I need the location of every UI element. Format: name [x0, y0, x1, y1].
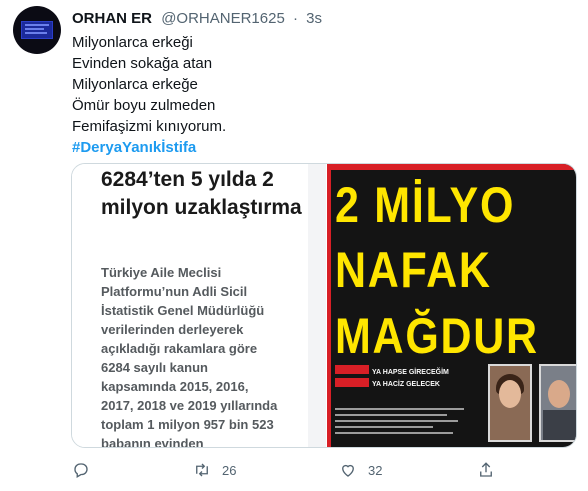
small-print [335, 408, 475, 438]
red-edge [327, 170, 331, 447]
red-tag [335, 378, 369, 387]
article-line: Platformu’nun Adli Sicil [101, 284, 248, 299]
article-image[interactable]: 6284’ten 5 yılda 2 milyon uzaklaştırma T… [72, 164, 323, 448]
newspaper-image[interactable]: 2 MİLYO NAFAK MAĞDUR YA HAPSE GİRECEĞİM … [327, 164, 576, 447]
article-line: İstatistik Genel Müdürlüğü [101, 303, 265, 318]
separator-dot: · [292, 10, 298, 27]
headline-line: 2 MİLYO [335, 177, 516, 233]
tweet-line: Milyonlarca erkeği [72, 34, 193, 51]
red-tag [335, 365, 369, 374]
article-line: babanın evinden [101, 436, 204, 448]
article-title: 6284’ten 5 yılda 2 milyon uzaklaştırma [101, 168, 302, 219]
man-photo [539, 364, 576, 442]
like-count: 32 [368, 462, 383, 478]
like-button[interactable]: 32 [339, 460, 382, 480]
retweet-icon [196, 463, 208, 477]
retweet-count: 26 [222, 462, 237, 478]
avatar-logo [21, 21, 53, 39]
reply-icon [74, 463, 88, 478]
hashtag-link[interactable]: #DeryaYanıkİstifa [72, 139, 196, 156]
article-line: toplam 1 milyon 957 bin 523 [101, 417, 274, 432]
retweet-button[interactable]: 26 [193, 460, 236, 480]
author-handle[interactable]: @ORHANER1625 [161, 10, 285, 27]
headline-caption: YA HAPSE GİRECEĞİM [372, 369, 449, 376]
tweet-line: Femifaşizmi kınıyorum. [72, 118, 227, 135]
article-line: verilerinden derleyerek [101, 322, 244, 337]
woman-photo [488, 364, 532, 442]
reply-button[interactable] [72, 460, 101, 480]
tweet-line: Evinden sokağa atan [72, 55, 213, 72]
author-name[interactable]: ORHAN ER [72, 10, 152, 27]
article-line: 6284 sayılı kanun [101, 360, 208, 375]
article-line: açıkladığı rakamlara göre [101, 341, 258, 356]
media-card[interactable]: 6284’ten 5 yılda 2 milyon uzaklaştırma T… [71, 163, 577, 448]
timestamp[interactable]: 3s [306, 10, 322, 27]
share-icon [480, 462, 492, 477]
avatar[interactable] [13, 6, 61, 54]
headline-caption: YA HACİZ GELECEK [372, 381, 440, 388]
image-divider [308, 164, 326, 447]
tweet-header: ORHAN ER @ORHANER1625 · 3s [72, 10, 322, 27]
headline-line: NAFAK [335, 242, 492, 298]
tweet-line: Milyonlarca erkeğe [72, 76, 198, 93]
red-bar [327, 164, 576, 170]
tweet-actions: 26 32 [72, 460, 512, 480]
article-line: Türkiye Aile Meclisi [101, 265, 222, 280]
headline-line: MAĞDUR [335, 308, 539, 364]
article-body: Türkiye Aile Meclisi Platformu’nun Adli … [101, 263, 323, 448]
tweet-text: Milyonlarca erkeği Evinden sokağa atan M… [72, 32, 226, 158]
share-button[interactable] [477, 460, 506, 480]
article-line: 2017, 2018 ve 2019 yıllarında [101, 398, 278, 413]
article-line: kapsamında 2015, 2016, [101, 379, 249, 394]
heart-icon [342, 464, 354, 477]
tweet-line: Ömür boyu zulmeden [72, 97, 216, 114]
